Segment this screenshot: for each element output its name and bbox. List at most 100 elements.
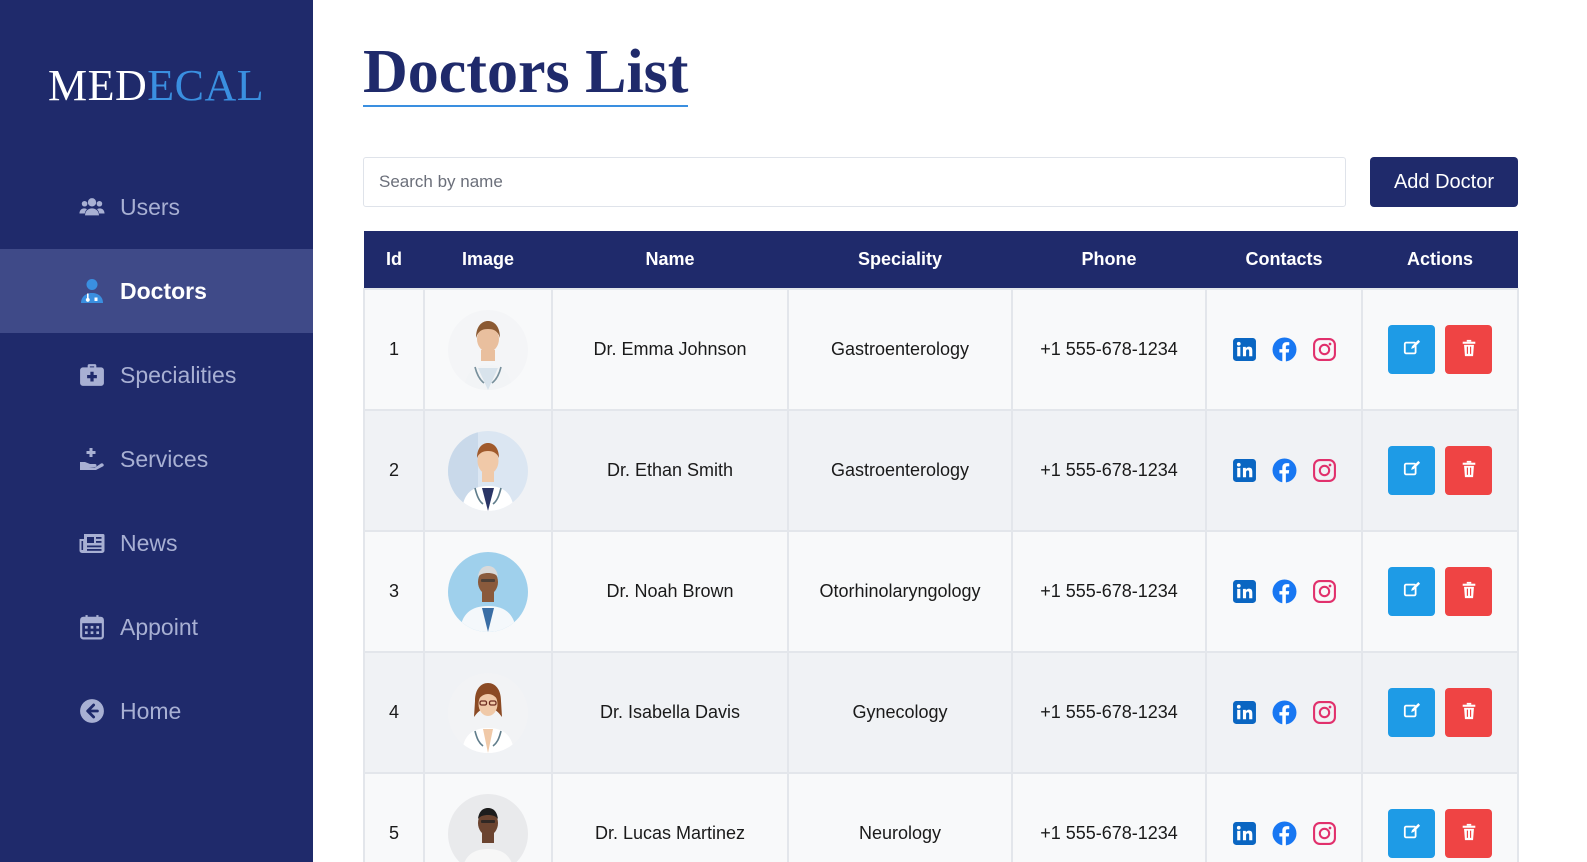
edit-button[interactable] [1388, 446, 1435, 495]
cell-speciality: Gynecology [787, 651, 1013, 774]
sidebar-item-label: Specialities [120, 361, 237, 388]
cell-name: Dr. Isabella Davis [551, 651, 789, 774]
cell-name: Dr. Lucas Martinez [551, 772, 789, 862]
linkedin-icon[interactable] [1232, 821, 1257, 846]
sidebar-item-appoint[interactable]: Appoint [0, 585, 313, 669]
column-header-id[interactable]: Id [364, 231, 424, 289]
column-header-contacts[interactable]: Contacts [1206, 231, 1362, 289]
row-actions [1363, 325, 1517, 374]
facebook-icon[interactable] [1272, 458, 1297, 483]
table-row: 1 Dr. Emma Johnson Gastroenterology +1 5… [363, 288, 1519, 411]
cell-speciality: Neurology [787, 772, 1013, 862]
sidebar-item-users[interactable]: Users [0, 165, 313, 249]
instagram-icon[interactable] [1312, 458, 1337, 483]
instagram-icon[interactable] [1312, 337, 1337, 362]
column-header-image[interactable]: Image [424, 231, 552, 289]
table-header: Id Image Name Speciality Phone Contacts … [364, 231, 1518, 289]
edit-icon [1403, 823, 1421, 844]
delete-button[interactable] [1445, 325, 1492, 374]
cell-phone: +1 555-678-1234 [1011, 651, 1207, 774]
column-header-speciality[interactable]: Speciality [788, 231, 1012, 289]
delete-button[interactable] [1445, 809, 1492, 858]
edit-button[interactable] [1388, 567, 1435, 616]
cell-name: Dr. Ethan Smith [551, 409, 789, 532]
facebook-icon[interactable] [1272, 700, 1297, 725]
sidebar-item-label: Doctors [120, 277, 207, 304]
doctor-avatar [448, 430, 528, 511]
cell-speciality: Gastroenterology [787, 409, 1013, 532]
edit-icon [1403, 339, 1421, 360]
facebook-icon[interactable] [1272, 337, 1297, 362]
trash-icon [1460, 339, 1478, 360]
trash-icon [1460, 823, 1478, 844]
doctor-avatar [448, 672, 528, 753]
cell-name: Dr. Noah Brown [551, 530, 789, 653]
sidebar-item-doctors[interactable]: Doctors [0, 249, 313, 333]
delete-button[interactable] [1445, 446, 1492, 495]
sidebar-item-label: Users [120, 193, 181, 220]
newspaper-icon [78, 529, 106, 557]
cell-phone: +1 555-678-1234 [1011, 530, 1207, 653]
search-input[interactable] [363, 157, 1346, 207]
logo-part-2: ECAL [147, 61, 265, 110]
column-header-phone[interactable]: Phone [1012, 231, 1206, 289]
contacts-group [1207, 337, 1361, 362]
edit-icon [1403, 460, 1421, 481]
table-row: 3 Dr. Noah Brown Otorhinolaryngology +1 … [363, 530, 1519, 653]
logo: MEDECAL [48, 64, 264, 108]
table-row: 2 Dr. Ethan Smith Gastroenterology +1 55… [363, 409, 1519, 532]
trash-icon [1460, 702, 1478, 723]
instagram-icon[interactable] [1312, 579, 1337, 604]
sidebar-item-home[interactable]: Home [0, 669, 313, 753]
edit-button[interactable] [1388, 325, 1435, 374]
column-header-actions[interactable]: Actions [1362, 231, 1518, 289]
table-row: 4 Dr. Isabella Davis Gynecology +1 555-6… [363, 651, 1519, 774]
doctor-avatar [448, 309, 528, 390]
contacts-group [1207, 700, 1361, 725]
users-icon [78, 193, 106, 221]
sidebar: MEDECAL Users Doctors Specialities Servi… [0, 0, 313, 862]
cell-id: 2 [363, 409, 425, 532]
cell-id: 1 [363, 288, 425, 411]
sidebar-item-specialities[interactable]: Specialities [0, 333, 313, 417]
edit-button[interactable] [1388, 688, 1435, 737]
linkedin-icon[interactable] [1232, 579, 1257, 604]
sidebar-item-label: Appoint [120, 613, 199, 640]
linkedin-icon[interactable] [1232, 700, 1257, 725]
cell-phone: +1 555-678-1234 [1011, 409, 1207, 532]
instagram-icon[interactable] [1312, 700, 1337, 725]
row-actions [1363, 809, 1517, 858]
edit-icon [1403, 581, 1421, 602]
doctor-icon [78, 277, 106, 305]
doctor-avatar [448, 551, 528, 632]
contacts-group [1207, 579, 1361, 604]
trash-icon [1460, 460, 1478, 481]
medkit-icon [78, 361, 106, 389]
delete-button[interactable] [1445, 567, 1492, 616]
instagram-icon[interactable] [1312, 821, 1337, 846]
sidebar-nav: Users Doctors Specialities Services News… [0, 165, 313, 753]
edit-icon [1403, 702, 1421, 723]
contacts-group [1207, 458, 1361, 483]
column-header-name[interactable]: Name [552, 231, 788, 289]
app-root: MEDECAL Users Doctors Specialities Servi… [0, 0, 1587, 862]
row-actions [1363, 446, 1517, 495]
row-actions [1363, 567, 1517, 616]
sidebar-item-services[interactable]: Services [0, 417, 313, 501]
add-doctor-button[interactable]: Add Doctor [1370, 157, 1518, 207]
cell-name: Dr. Emma Johnson [551, 288, 789, 411]
sidebar-item-news[interactable]: News [0, 501, 313, 585]
contacts-group [1207, 821, 1361, 846]
delete-button[interactable] [1445, 688, 1492, 737]
table-body: 1 Dr. Emma Johnson Gastroenterology +1 5… [363, 288, 1519, 862]
main-content: Doctors List Add Doctor Id Image Name Sp… [313, 0, 1587, 862]
facebook-icon[interactable] [1272, 579, 1297, 604]
facebook-icon[interactable] [1272, 821, 1297, 846]
row-actions [1363, 688, 1517, 737]
linkedin-icon[interactable] [1232, 337, 1257, 362]
edit-button[interactable] [1388, 809, 1435, 858]
page-title: Doctors List [363, 38, 689, 108]
linkedin-icon[interactable] [1232, 458, 1257, 483]
table-row: 5 Dr. Lucas Martinez Neurology +1 555-67… [363, 772, 1519, 862]
cell-id: 5 [363, 772, 425, 862]
